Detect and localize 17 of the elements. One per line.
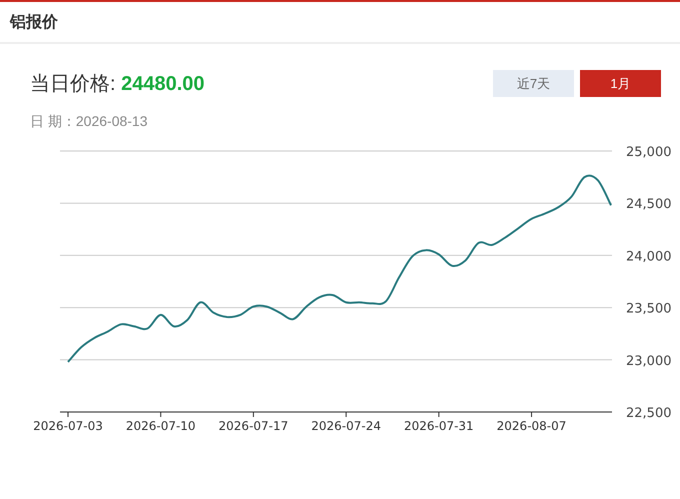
- y-axis-label: 23,500: [626, 302, 672, 317]
- range-tab[interactable]: 1月: [580, 70, 661, 97]
- range-tab[interactable]: 近7天: [493, 70, 574, 97]
- x-axis-label: 2026-07-17: [218, 419, 288, 433]
- y-axis-label: 22,500: [626, 406, 672, 421]
- y-axis-label: 24,000: [626, 249, 672, 264]
- price-text: 当日价格: 24480.00: [30, 72, 205, 97]
- y-axis-label: 23,000: [626, 354, 672, 369]
- x-axis-label: 2026-07-31: [404, 419, 474, 433]
- x-axis-label: 2026-07-03: [33, 419, 103, 433]
- page-title: 铝报价: [10, 12, 58, 32]
- x-axis-label: 2026-07-10: [126, 419, 196, 433]
- date-text: 日 期：2026-08-13: [30, 113, 149, 131]
- y-axis-label: 25,000: [626, 145, 672, 160]
- x-axis-label: 2026-07-24: [311, 419, 381, 433]
- y-axis-label: 24,500: [626, 197, 672, 212]
- x-axis-label: 2026-08-07: [496, 419, 566, 433]
